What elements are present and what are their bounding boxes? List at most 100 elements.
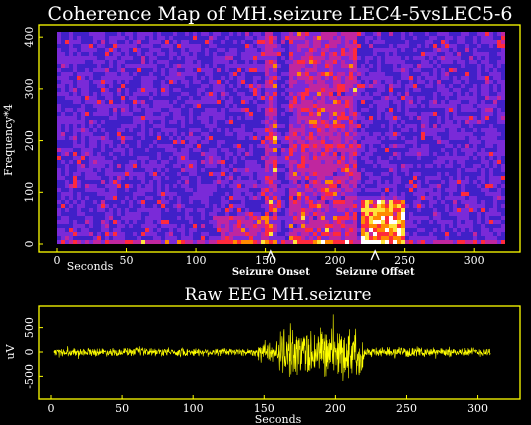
heatmap-cell [221,228,225,232]
heatmap-cell [205,68,209,72]
heatmap-cell [297,240,301,244]
heatmap-cell [377,144,381,148]
heatmap-cell [197,232,201,236]
heatmap-cell [429,36,433,40]
heatmap-cell [237,196,241,200]
heatmap-cell [265,220,269,224]
heatmap-cell [129,188,133,192]
heatmap-cell [77,140,81,144]
heatmap-cell [377,84,381,88]
heatmap-cell [257,120,261,124]
heatmap-cell [257,32,261,36]
heatmap-cell [301,132,305,136]
heatmap-cell [205,196,209,200]
heatmap-cell [425,84,429,88]
heatmap-cell [77,64,81,68]
heatmap-cell [233,232,237,236]
heatmap-cell [237,112,241,116]
heatmap-cell [69,88,73,92]
heatmap-cell [205,228,209,232]
heatmap-cell [133,224,137,228]
heatmap-cell [65,160,69,164]
heatmap-cell [345,80,349,84]
heatmap-cell [257,124,261,128]
heatmap-cell [153,172,157,176]
heatmap-cell [273,240,277,244]
heatmap-cell [369,136,373,140]
heatmap-cell [153,164,157,168]
heatmap-cell [365,188,369,192]
heatmap-cell [337,208,341,212]
heatmap-cell [361,140,365,144]
heatmap-cell [145,60,149,64]
heatmap-cell [273,84,277,88]
heatmap-cell [405,56,409,60]
heatmap-cell [405,128,409,132]
heatmap-cell [417,156,421,160]
heatmap-cell [385,224,389,228]
heatmap-cell [225,220,229,224]
heatmap-cell [281,196,285,200]
heatmap-cell [197,204,201,208]
heatmap-cell [169,152,173,156]
heatmap-cell [321,220,325,224]
heatmap-cell [101,100,105,104]
heatmap-cell [109,40,113,44]
heatmap-cell [73,204,77,208]
heatmap-cell [397,220,401,224]
heatmap-cell [345,108,349,112]
heatmap-cell [213,232,217,236]
heatmap-cell [325,220,329,224]
heatmap-cell [293,164,297,168]
heatmap-cell [385,112,389,116]
heatmap-cell [193,228,197,232]
heatmap-cell [193,196,197,200]
heatmap-cell [209,216,213,220]
heatmap-cell [405,156,409,160]
heatmap-cell [285,160,289,164]
heatmap-cell [161,168,165,172]
heatmap-cell [77,184,81,188]
heatmap-cell [81,136,85,140]
heatmap-cell [273,232,277,236]
heatmap-cell [297,164,301,168]
heatmap-cell [393,88,397,92]
heatmap-cell [333,156,337,160]
heatmap-cell [305,240,309,244]
heatmap-cell [209,200,213,204]
heatmap-cell [317,116,321,120]
heatmap-cell [69,104,73,108]
heatmap-cell [129,100,133,104]
heatmap-cell [69,96,73,100]
heatmap-cell [225,140,229,144]
heatmap-cell [265,236,269,240]
heatmap-cell [173,224,177,228]
heatmap-cell [389,200,393,204]
heatmap-cell [269,188,273,192]
heatmap-cell [325,176,329,180]
heatmap-cell [225,148,229,152]
heatmap-cell [189,220,193,224]
heatmap-cell [413,88,417,92]
heatmap-cell [281,128,285,132]
heatmap-cell [141,216,145,220]
heatmap-cell [225,240,229,244]
heatmap-cell [369,204,373,208]
heatmap-cell [337,68,341,72]
heatmap-cell [181,196,185,200]
heatmap-cell [241,92,245,96]
heatmap-cell [273,148,277,152]
heatmap-cell [313,148,317,152]
heatmap-cell [425,68,429,72]
heatmap-cell [121,216,125,220]
heatmap-cell [409,196,413,200]
heatmap-cell [421,92,425,96]
heatmap-cell [329,112,333,116]
heatmap-cell [341,116,345,120]
heatmap-cell [385,168,389,172]
heatmap-cell [161,164,165,168]
heatmap-cell [349,148,353,152]
heatmap-cell [393,228,397,232]
heatmap-cell [237,232,241,236]
heatmap-cell [377,72,381,76]
